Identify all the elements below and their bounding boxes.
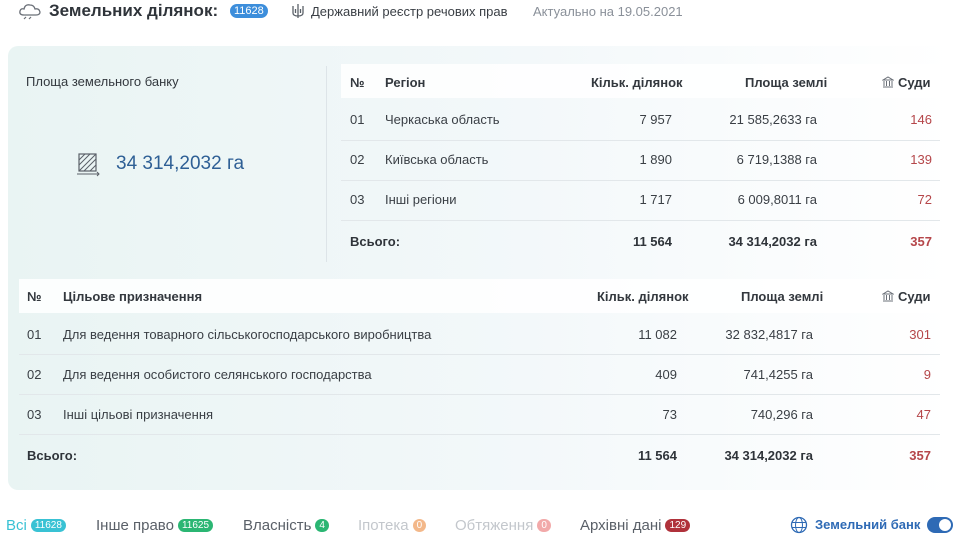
col-courts: Суди <box>882 75 931 90</box>
tab-label: Всі <box>6 517 27 534</box>
row-count: 7 957 <box>639 112 672 127</box>
col-num: № <box>350 75 365 90</box>
row-courts[interactable]: 9 <box>924 367 931 382</box>
tab-mortgage[interactable]: Іпотека 0 <box>358 517 427 534</box>
courthouse-icon <box>882 290 894 302</box>
tab-label: Архівні дані <box>580 517 662 534</box>
total-label: Всього: <box>27 448 78 463</box>
purposes-table-header: № Цільове призначення Кільк. ділянок Пло… <box>19 279 940 313</box>
land-bank-area-title: Площа земельного банку <box>26 74 179 89</box>
tab-label: Інше право <box>96 517 174 534</box>
col-courts-label: Суди <box>898 75 931 90</box>
row-purpose: Для ведення особистого селянського госпо… <box>63 367 372 382</box>
actuality-date: Актуально на 19.05.2021 <box>533 4 683 19</box>
row-purpose: Інші цільові призначення <box>63 407 214 422</box>
table-total-row: Всього: 11 564 34 314,2032 га 357 <box>341 221 940 261</box>
col-area: Площа землі <box>741 289 824 304</box>
tab-encumbrance[interactable]: Обтяження 0 <box>455 517 551 534</box>
header: Земельних ділянок: 11628 Державний реєст… <box>0 0 960 24</box>
land-bank-label: Земельний банк <box>815 517 921 532</box>
row-count: 1 890 <box>639 152 672 167</box>
row-area: 6 009,8011 га <box>737 192 817 207</box>
tab-badge: 0 <box>412 519 427 532</box>
tab-label: Обтяження <box>455 517 534 534</box>
row-count: 409 <box>655 367 677 382</box>
tab-label: Власність <box>243 517 312 534</box>
tab-archive[interactable]: Архівні дані 129 <box>580 517 691 534</box>
row-courts[interactable]: 146 <box>910 112 932 127</box>
row-area: 741,4255 га <box>743 367 813 382</box>
tab-label: Іпотека <box>358 517 409 534</box>
row-count: 73 <box>662 407 677 422</box>
table-row[interactable]: 01 Для ведення товарного сільськогоспода… <box>19 314 940 355</box>
trident-icon <box>292 4 304 18</box>
area-hatch-icon <box>77 153 100 177</box>
table-row[interactable]: 03 Інші регіони 1 717 6 009,8011 га 72 <box>341 180 940 221</box>
col-area: Площа землі <box>745 75 828 90</box>
row-area: 740,296 га <box>750 407 813 422</box>
tab-other-right[interactable]: Інше право 11625 <box>96 517 214 534</box>
row-courts[interactable]: 47 <box>917 407 931 422</box>
row-count: 1 717 <box>639 192 672 207</box>
toggle-knob <box>939 519 951 531</box>
table-row[interactable]: 03 Інші цільові призначення 73 740,296 г… <box>19 394 940 435</box>
tab-badge: 129 <box>665 519 691 532</box>
tab-badge: 4 <box>315 519 329 532</box>
toggle-switch[interactable] <box>927 517 953 533</box>
row-num: 03 <box>350 192 365 207</box>
table-row[interactable]: 02 Для ведення особистого селянського го… <box>19 354 940 395</box>
row-num: 01 <box>350 112 365 127</box>
col-count: Кільк. ділянок <box>591 75 683 90</box>
row-courts[interactable]: 301 <box>909 327 931 342</box>
row-area: 21 585,2633 га <box>729 112 817 127</box>
row-num: 03 <box>27 407 42 422</box>
col-region: Регіон <box>385 75 426 90</box>
total-count: 11 564 <box>637 448 677 463</box>
total-courts[interactable]: 357 <box>909 448 931 463</box>
registry-label: Державний реєстр речових прав <box>311 4 508 19</box>
tab-all[interactable]: Всі 11628 <box>6 517 66 534</box>
tab-badge: 0 <box>537 519 551 532</box>
divider <box>326 66 327 262</box>
col-courts-label: Суди <box>898 289 931 304</box>
page-title: Земельних ділянок: <box>49 1 219 20</box>
row-num: 01 <box>27 327 42 342</box>
tab-badge: 11625 <box>177 519 214 532</box>
land-bank-area-value: 34 314,2032 га <box>116 153 245 174</box>
table-total-row: Всього: 11 564 34 314,2032 га 357 <box>19 435 940 475</box>
row-num: 02 <box>27 367 42 382</box>
land-bank-toggle[interactable]: Земельний банк <box>790 515 955 537</box>
row-area: 6 719,1388 га <box>736 152 817 167</box>
col-num: № <box>27 289 42 304</box>
row-count: 11 082 <box>638 327 677 342</box>
row-courts[interactable]: 72 <box>918 192 932 207</box>
regions-table-header: № Регіон Кільк. ділянок Площа землі Суди <box>341 64 940 98</box>
row-num: 02 <box>350 152 365 167</box>
tab-badge: 11628 <box>30 519 66 532</box>
row-courts[interactable]: 139 <box>910 152 932 167</box>
cloud-icon <box>19 4 41 20</box>
col-purpose: Цільове призначення <box>63 289 203 304</box>
total-label: Всього: <box>350 234 401 249</box>
globe-icon <box>790 516 808 534</box>
courthouse-icon <box>882 76 894 88</box>
total-count-badge: 11628 <box>230 4 268 18</box>
total-area: 34 314,2032 га <box>724 448 813 463</box>
col-courts: Суди <box>882 289 931 304</box>
table-row[interactable]: 01 Черкаська область 7 957 21 585,2633 г… <box>341 100 940 141</box>
row-purpose: Для ведення товарного сільськогосподарсь… <box>63 327 432 342</box>
col-count: Кільк. ділянок <box>597 289 689 304</box>
tab-ownership[interactable]: Власність 4 <box>243 517 329 534</box>
total-area: 34 314,2032 га <box>728 234 817 249</box>
row-region: Київська область <box>385 152 489 167</box>
row-region: Черкаська область <box>385 112 500 127</box>
total-count: 11 564 <box>632 234 672 249</box>
row-area: 32 832,4817 га <box>725 327 813 342</box>
row-region: Інші регіони <box>385 192 457 207</box>
total-courts[interactable]: 357 <box>910 234 932 249</box>
table-row[interactable]: 02 Київська область 1 890 6 719,1388 га … <box>341 140 940 181</box>
